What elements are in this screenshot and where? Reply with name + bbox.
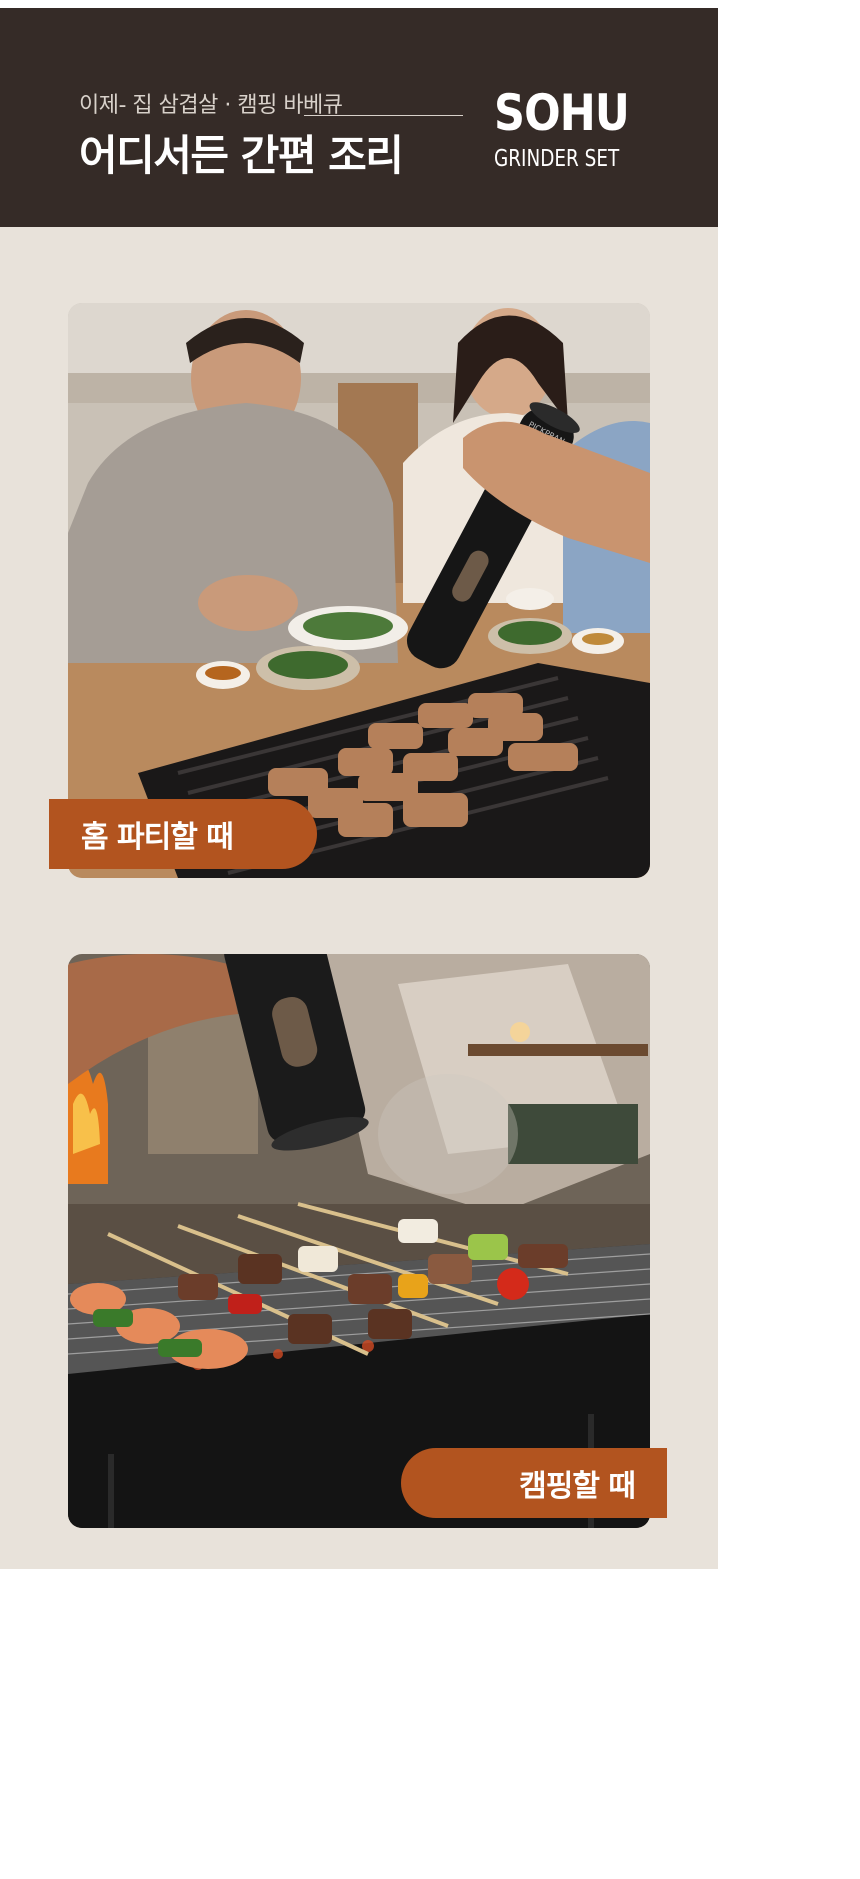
header-subtitle: 이제- 집 삼겹살 · 캠핑 바베큐	[79, 93, 343, 118]
brand-logo: SOHU	[494, 84, 630, 142]
header-title: 어디서든 간편 조리	[79, 131, 404, 180]
subtitle-underline	[304, 115, 463, 116]
top-strip	[0, 0, 718, 8]
header-banner: 이제- 집 삼겹살 · 캠핑 바베큐 어디서든 간편 조리 SOHU GRIND…	[0, 8, 718, 227]
home-party-photo: PICKPRAN	[68, 303, 650, 878]
brand-subtitle: GRINDER SET	[494, 146, 620, 172]
home-party-label: 홈 파티할 때	[49, 799, 317, 869]
camping-photo	[68, 954, 650, 1528]
product-detail-page: 이제- 집 삼겹살 · 캠핑 바베큐 어디서든 간편 조리 SOHU GRIND…	[0, 0, 718, 1569]
camping-label: 캠핑할 때	[401, 1448, 667, 1518]
